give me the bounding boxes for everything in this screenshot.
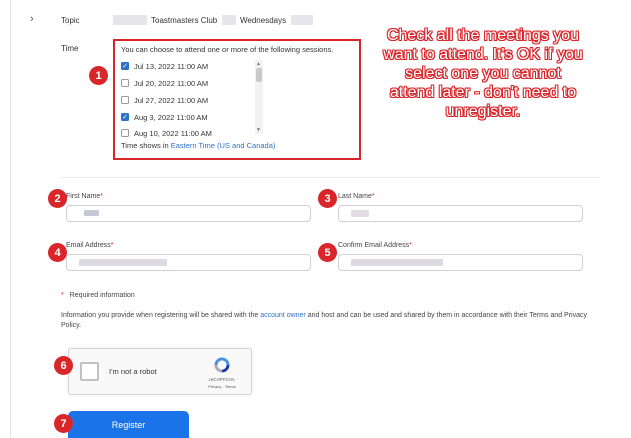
redacted-text — [351, 259, 443, 266]
session-label: Jul 27, 2022 11:00 AM — [134, 95, 209, 105]
session-option[interactable]: Aug 10, 2022 11:00 AM — [121, 126, 212, 140]
timezone-prefix: Time shows in — [121, 141, 169, 150]
redacted-text — [113, 15, 147, 25]
last-name-field[interactable] — [338, 205, 583, 222]
step-badge: 7 — [54, 414, 73, 433]
recaptcha-checkbox[interactable] — [80, 362, 99, 381]
session-option[interactable]: Jul 27, 2022 11:00 AM — [121, 93, 208, 107]
email-label: Email Address* — [66, 242, 114, 249]
scroll-up-icon[interactable]: ▲ — [256, 61, 261, 67]
topic-day-text: Wednesdays — [240, 16, 287, 25]
scroll-down-icon[interactable]: ▼ — [256, 127, 261, 133]
session-option[interactable]: ✓ Aug 3, 2022 11:00 AM — [121, 110, 208, 124]
topic-club-text: Toastmasters Club — [151, 16, 218, 25]
step-badge: 4 — [48, 243, 67, 262]
step-badge: 2 — [48, 189, 67, 208]
step-badge: 5 — [318, 243, 337, 262]
sessions-intro: You can choose to attend one or more of … — [121, 45, 334, 54]
time-label: Time — [61, 44, 79, 53]
session-checkbox[interactable] — [121, 129, 129, 137]
privacy-notice: Information you provide when registering… — [61, 312, 587, 329]
scrollbar-thumb[interactable] — [256, 68, 262, 82]
redacted-text — [291, 15, 313, 25]
session-checkbox[interactable]: ✓ — [121, 62, 129, 70]
confirm-email-label: Confirm Email Address* — [338, 242, 412, 249]
first-name-label: First Name* — [66, 193, 103, 200]
email-field[interactable] — [66, 254, 311, 271]
redacted-text — [79, 259, 167, 266]
session-label: Aug 3, 2022 11:00 AM — [134, 112, 208, 122]
recaptcha-brand: reCAPTCHA — [209, 377, 235, 382]
timezone-link[interactable]: Eastern Time (US and Canada) — [171, 141, 276, 150]
session-label: Jul 20, 2022 11:00 AM — [134, 78, 209, 88]
session-option[interactable]: ✓ Jul 13, 2022 11:00 AM — [121, 59, 208, 73]
register-button[interactable]: Register — [68, 411, 189, 438]
step-badge: 6 — [54, 356, 73, 375]
recaptcha-icon — [214, 357, 230, 373]
recaptcha-terms-link[interactable]: Privacy - Terms — [201, 384, 243, 389]
redacted-text — [84, 210, 99, 216]
sessions-scrollbar[interactable]: ▲ ▼ — [255, 60, 263, 134]
annotation-note: Check all the meetings you want to atten… — [383, 27, 583, 120]
timezone-row: Time shows in Eastern Time (US and Canad… — [121, 141, 275, 150]
session-checkbox[interactable] — [121, 96, 129, 104]
divider — [60, 177, 600, 178]
session-label: Jul 13, 2022 11:00 AM — [134, 61, 209, 71]
required-info: * Required information — [61, 292, 135, 299]
step-badge: 1 — [89, 66, 108, 85]
recaptcha-widget: I'm not a robot reCAPTCHA Privacy - Term… — [68, 348, 252, 395]
redacted-text — [222, 15, 236, 25]
session-label: Aug 10, 2022 11:00 AM — [134, 128, 212, 138]
confirm-email-field[interactable] — [338, 254, 583, 271]
first-name-field[interactable] — [66, 205, 311, 222]
collapse-chevron-icon[interactable]: › — [30, 13, 34, 25]
topic-label: Topic — [61, 16, 80, 25]
page-border — [10, 0, 11, 438]
session-option[interactable]: Jul 20, 2022 11:00 AM — [121, 76, 208, 90]
session-checkbox[interactable] — [121, 79, 129, 87]
account-owner-link[interactable]: account owner — [260, 312, 306, 319]
recaptcha-label: I'm not a robot — [109, 367, 157, 376]
last-name-label: Last Name* — [338, 193, 375, 200]
step-badge: 3 — [318, 189, 337, 208]
redacted-text — [351, 210, 369, 217]
sessions-box: You can choose to attend one or more of … — [113, 39, 361, 160]
session-checkbox[interactable]: ✓ — [121, 113, 129, 121]
